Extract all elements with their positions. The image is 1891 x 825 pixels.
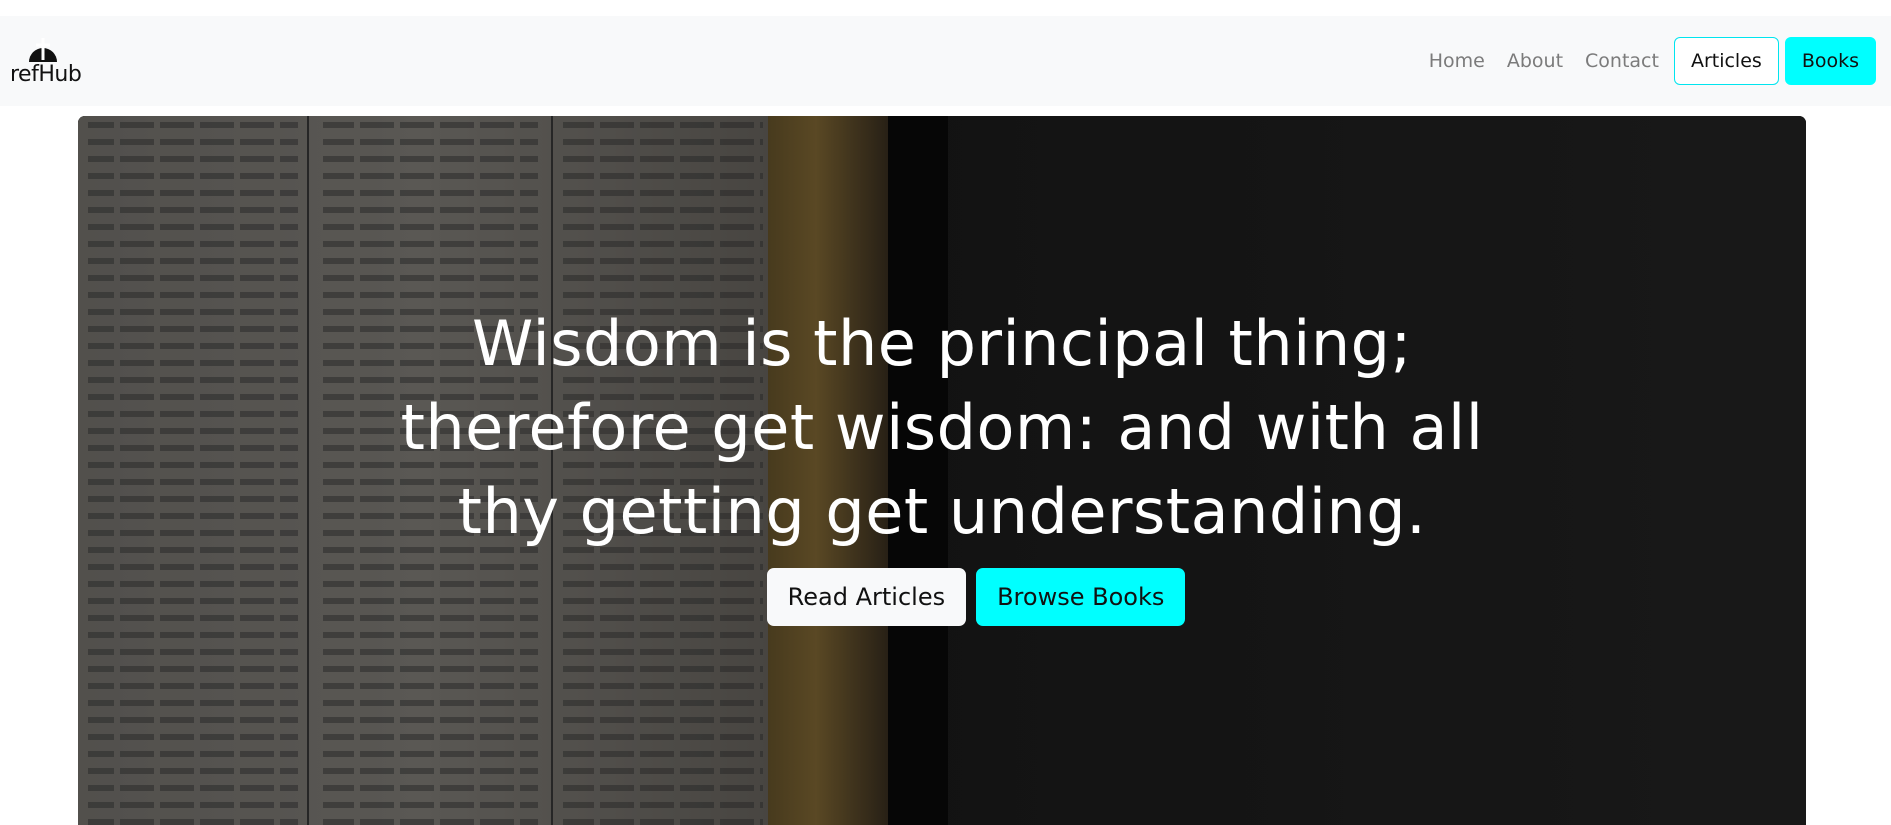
hero-banner: Wisdom is the principal thing; therefore… [78, 116, 1806, 825]
hero-content: Wisdom is the principal thing; therefore… [78, 116, 1806, 825]
brand-name: refHub [10, 62, 82, 87]
books-button[interactable]: Books [1784, 37, 1876, 85]
nav-link-contact[interactable]: Contact [1574, 36, 1670, 86]
hero-buttons: Read Articles Browse Books [78, 568, 1806, 626]
articles-button[interactable]: Articles [1673, 37, 1779, 85]
hero-quote: Wisdom is the principal thing; therefore… [400, 307, 1484, 548]
browse-books-button[interactable]: Browse Books [976, 568, 1186, 626]
brand-logo[interactable]: refHub [10, 32, 82, 92]
cross-circle-icon [29, 38, 57, 62]
nav-links: Home About Contact Articles Books [1418, 36, 1876, 86]
read-articles-button[interactable]: Read Articles [766, 568, 967, 626]
nav-link-home[interactable]: Home [1418, 36, 1496, 86]
nav-link-about[interactable]: About [1496, 36, 1574, 86]
top-strip [0, 0, 1891, 16]
navbar: refHub Home About Contact Articles Books [0, 16, 1891, 106]
